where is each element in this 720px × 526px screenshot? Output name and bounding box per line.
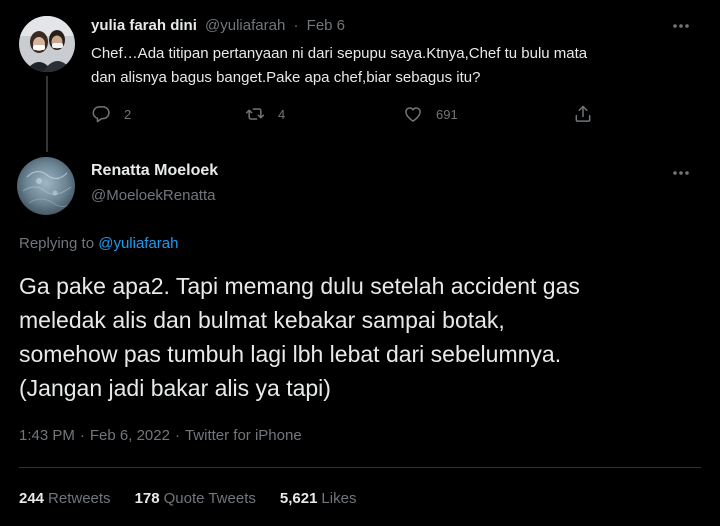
separator: · <box>174 427 180 444</box>
like-button[interactable]: 691 <box>403 104 458 124</box>
tweet-date[interactable]: Feb 6, 2022 <box>90 427 170 444</box>
action-bar: 2 4 691 <box>91 104 611 130</box>
retweet-icon <box>245 108 265 120</box>
parent-header: yulia farah dini @yuliafarah · Feb 6 <box>91 17 345 34</box>
mention-link[interactable]: @yuliafarah <box>98 235 178 252</box>
tweet-date[interactable]: Feb 6 <box>307 17 345 34</box>
like-count: 691 <box>436 106 458 122</box>
stat-count: 178 <box>134 490 160 507</box>
handle[interactable]: @yuliafarah <box>205 17 285 34</box>
avatar[interactable] <box>17 157 75 215</box>
text-line: meledak alis dan bulmat kebakar sampai b… <box>19 307 505 333</box>
separator: · <box>293 17 299 34</box>
reply-icon <box>92 106 110 123</box>
avatar[interactable] <box>19 16 75 72</box>
handle[interactable]: @MoeloekRenatta <box>91 187 215 204</box>
text-line: dan alisnya bagus banget.Pake apa chef,b… <box>91 69 481 86</box>
display-name[interactable]: yulia farah dini <box>91 17 197 34</box>
share-icon <box>575 105 591 122</box>
more-icon[interactable] <box>671 18 691 34</box>
text-line: (Jangan jadi bakar alis ya tapi) <box>19 375 331 401</box>
stat-count: 244 <box>19 490 45 507</box>
stat-label: Quote Tweets <box>163 490 256 507</box>
tweet-time[interactable]: 1:43 PM <box>19 427 75 444</box>
divider <box>19 467 701 468</box>
parent-tweet-text: Chef…Ada titipan pertanyaan ni dari sepu… <box>91 42 701 90</box>
more-icon[interactable] <box>671 165 691 181</box>
thread-line <box>46 76 48 152</box>
like-icon <box>405 107 421 122</box>
retweet-count: 4 <box>278 106 286 122</box>
retweets-stat[interactable]: 244 Retweets <box>19 490 111 507</box>
text-line: Ga pake apa2. Tapi memang dulu setelah a… <box>19 273 580 299</box>
reply-button[interactable]: 2 <box>91 104 131 124</box>
engagement-stats: 244 Retweets 178 Quote Tweets 5,621 Likes <box>19 490 380 507</box>
quote-tweets-stat[interactable]: 178 Quote Tweets <box>135 490 256 507</box>
tweet-screenshot: yulia farah dini @yuliafarah · Feb 6 Che… <box>0 0 720 526</box>
stat-label: Likes <box>321 490 357 507</box>
tweet-source[interactable]: Twitter for iPhone <box>185 427 302 444</box>
text-line: Chef…Ada titipan pertanyaan ni dari sepu… <box>91 45 588 62</box>
text-line: somehow pas tumbuh lagi lbh lebat dari s… <box>19 341 562 367</box>
stat-count: 5,621 <box>279 490 318 507</box>
replying-label: Replying to <box>19 235 95 252</box>
tweet-text: Ga pake apa2. Tapi memang dulu setelah a… <box>19 269 709 405</box>
share-button[interactable] <box>573 104 593 124</box>
tweet-meta: 1:43 PM · Feb 6, 2022 · Twitter for iPhone <box>19 427 302 444</box>
replying-to: Replying to @yuliafarah <box>19 235 179 252</box>
likes-stat[interactable]: 5,621 Likes <box>280 490 357 507</box>
display-name[interactable]: Renatta Moeloek <box>91 162 218 180</box>
reply-count: 2 <box>124 106 132 122</box>
retweet-button[interactable]: 4 <box>245 104 285 124</box>
parent-tweet[interactable]: yulia farah dini @yuliafarah · Feb 6 Che… <box>0 0 720 152</box>
separator: · <box>79 427 85 444</box>
stat-label: Retweets <box>48 490 111 507</box>
